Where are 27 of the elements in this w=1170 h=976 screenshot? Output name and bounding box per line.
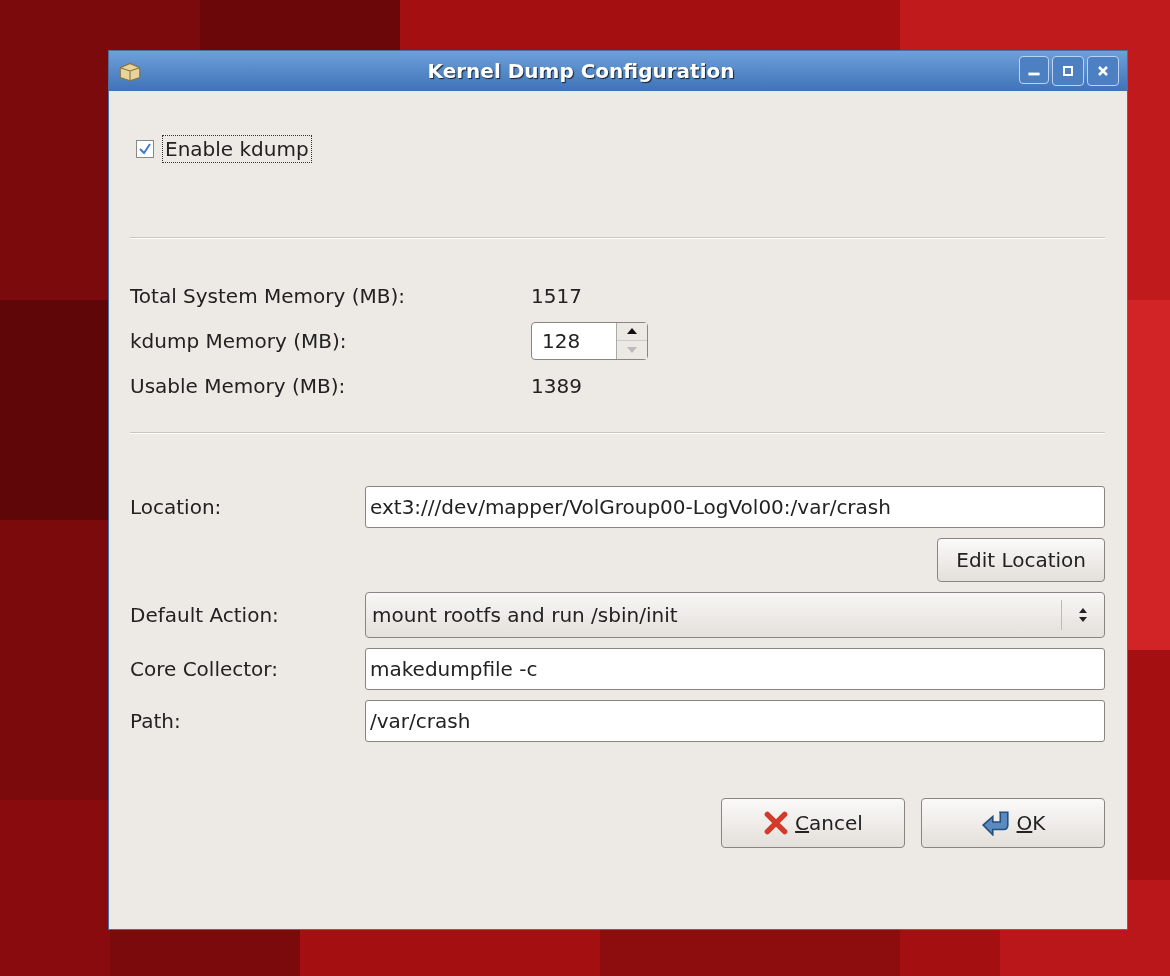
location-field[interactable]: ext3:///dev/mapper/VolGroup00-LogVol00:/var/crash — [365, 486, 1105, 528]
memory-label: kdump Memory (MB): — [130, 328, 348, 353]
maximize-button[interactable] — [1052, 56, 1084, 86]
text-field[interactable]: /var/crash — [365, 700, 1105, 742]
return-arrow-icon — [980, 810, 1011, 836]
minimize-button[interactable] — [1019, 56, 1049, 84]
field-label: Default Action: — [130, 603, 280, 627]
ok-button[interactable]: OK — [921, 798, 1105, 848]
memory-label: Total System Memory (MB): — [130, 283, 407, 308]
memory-value: 1389 — [531, 373, 582, 398]
close-button[interactable] — [1087, 56, 1119, 86]
box-icon — [117, 60, 143, 82]
window-title: Kernel Dump Configuration — [426, 59, 736, 83]
memory-label: Usable Memory (MB): — [130, 373, 347, 398]
text-field[interactable]: makedumpfile -c — [365, 648, 1105, 690]
cancel-button[interactable]: Cancel — [721, 798, 905, 848]
field-label: Path: — [130, 709, 182, 733]
x-icon — [763, 810, 790, 836]
checkbox-label[interactable]: Enable kdump — [162, 135, 312, 163]
minimize-icon — [1027, 71, 1041, 77]
checkbox[interactable] — [136, 140, 154, 158]
memory-spin-field[interactable]: 128 — [531, 321, 648, 360]
edit-location-button[interactable]: Edit Location — [937, 538, 1105, 582]
location-label: Location: — [130, 495, 223, 519]
field-label: Core Collector: — [130, 657, 279, 681]
memory-value: 1517 — [531, 283, 582, 308]
action-dropdown[interactable]: mount rootfs and run /sbin/init — [365, 592, 1105, 638]
